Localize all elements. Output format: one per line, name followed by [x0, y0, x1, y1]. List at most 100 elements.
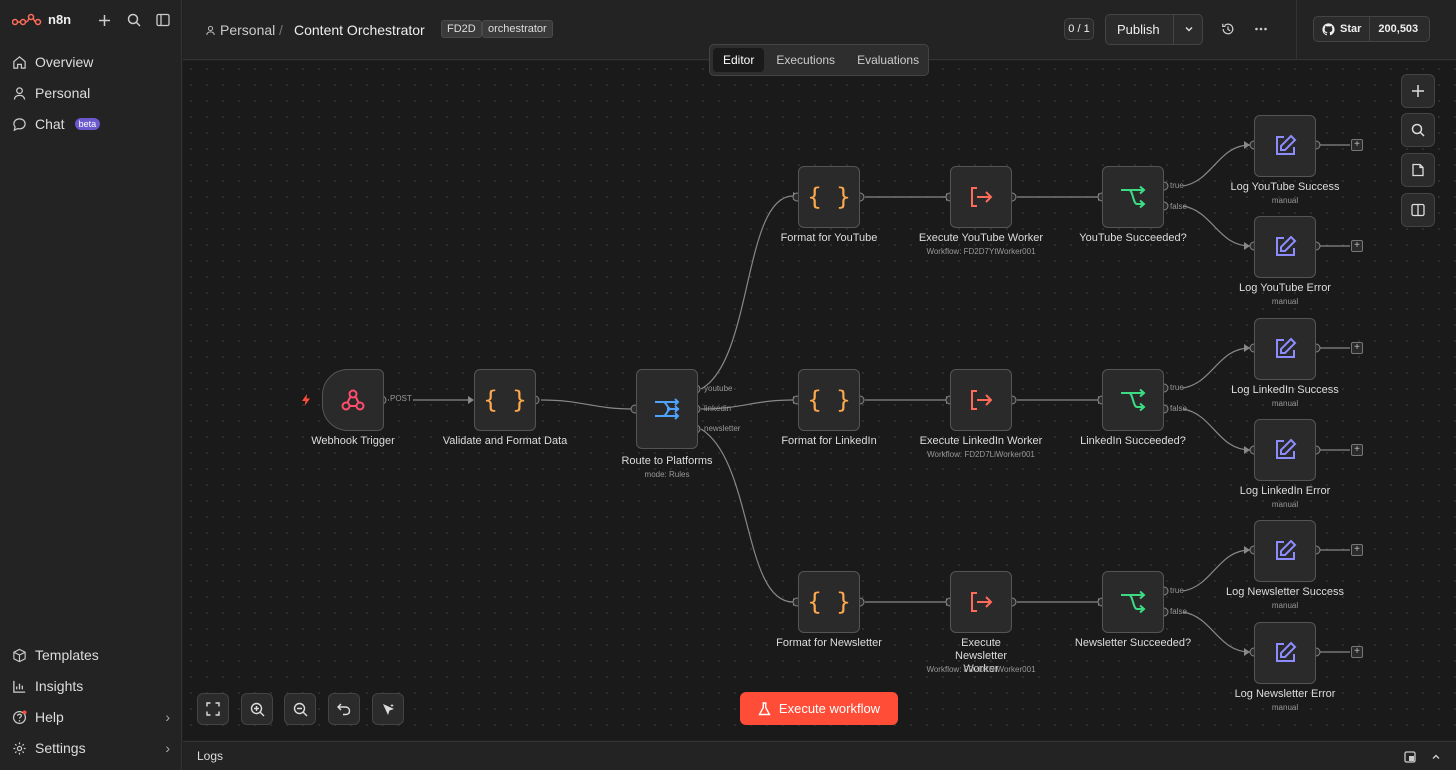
- nav-insights[interactable]: Insights: [12, 676, 83, 696]
- tab-executions[interactable]: Executions: [766, 48, 845, 72]
- github-star-button[interactable]: Star 200,503: [1313, 16, 1430, 42]
- nav-settings[interactable]: Settings ›: [12, 738, 170, 758]
- node-format-newsletter[interactable]: { }: [798, 571, 860, 633]
- node-if-linkedin[interactable]: [1102, 369, 1164, 431]
- node-label: Log YouTube Success: [1230, 181, 1340, 193]
- add-node-plus-button[interactable]: +: [1351, 342, 1363, 354]
- node-subtitle: manual: [1271, 703, 1299, 712]
- node-execute-youtube[interactable]: [950, 166, 1012, 228]
- branch-false-label: false: [1170, 607, 1187, 616]
- workflow-canvas[interactable]: POST youtube linkedin newsletter true fa…: [183, 44, 1456, 740]
- node-format-youtube[interactable]: { }: [798, 166, 860, 228]
- node-execute-linkedin[interactable]: [950, 369, 1012, 431]
- breadcrumb-separator: /: [279, 22, 283, 38]
- breadcrumb-project[interactable]: Personal: [205, 22, 275, 38]
- node-log-newsletter-success[interactable]: [1254, 520, 1316, 582]
- zoom-in-button[interactable]: [241, 693, 273, 725]
- nav-personal[interactable]: Personal: [12, 83, 90, 103]
- node-subtitle: manual: [1271, 399, 1299, 408]
- router-output-linkedin: linkedin: [704, 404, 732, 413]
- nav-insights-label: Insights: [35, 678, 84, 694]
- nav-help[interactable]: Help ›: [12, 707, 170, 727]
- node-label: Format for LinkedIn: [781, 435, 877, 447]
- node-if-newsletter[interactable]: [1102, 571, 1164, 633]
- nav-personal-label: Personal: [35, 85, 91, 101]
- user-icon: [206, 25, 215, 35]
- search-icon[interactable]: [126, 12, 142, 28]
- history-icon[interactable]: [1221, 22, 1235, 41]
- tab-editor[interactable]: Editor: [713, 48, 765, 72]
- tag-orchestrator[interactable]: orchestrator: [482, 20, 553, 38]
- node-execute-newsletter[interactable]: [950, 571, 1012, 633]
- branch-true-label: true: [1170, 383, 1184, 392]
- nav-help-label: Help: [35, 709, 64, 725]
- panel-icon: [1411, 203, 1425, 217]
- execute-workflow-icon: [971, 390, 993, 410]
- edge-label-post: POST: [389, 394, 413, 403]
- n8n-logo[interactable]: n8n: [12, 12, 71, 27]
- add-node-plus-button[interactable]: +: [1351, 646, 1363, 658]
- node-format-linkedin[interactable]: { }: [798, 369, 860, 431]
- node-label: YouTube Succeeded?: [1079, 232, 1187, 244]
- undo-button[interactable]: [328, 693, 360, 725]
- topbar-divider: [1296, 0, 1297, 60]
- node-subtitle: manual: [1271, 196, 1299, 205]
- add-node-plus-button[interactable]: +: [1351, 444, 1363, 456]
- add-icon[interactable]: [96, 12, 112, 28]
- note-icon: [1412, 163, 1424, 177]
- node-log-newsletter-error[interactable]: [1254, 622, 1316, 684]
- chevron-down-icon[interactable]: [1183, 22, 1195, 36]
- flask-icon: [758, 701, 771, 715]
- branch-false-label: false: [1170, 404, 1187, 413]
- node-label: Execute YouTube Worker: [918, 232, 1044, 244]
- nav-overview[interactable]: Overview: [12, 52, 93, 72]
- github-star-label-wrap: Star: [1314, 17, 1371, 41]
- execute-workflow-icon: [971, 187, 993, 207]
- nav-overview-label: Overview: [35, 54, 94, 70]
- node-label: Format for YouTube: [780, 232, 878, 244]
- sticky-note-button[interactable]: [1401, 153, 1435, 187]
- node-log-linkedin-error[interactable]: [1254, 419, 1316, 481]
- add-node-plus-button[interactable]: +: [1351, 240, 1363, 252]
- node-route-platforms[interactable]: [636, 369, 698, 449]
- popout-icon[interactable]: [1404, 750, 1416, 768]
- cursor-sparkle-icon: [382, 703, 394, 715]
- node-label: Log Newsletter Error: [1234, 688, 1336, 700]
- cursor-mode-button[interactable]: [372, 693, 404, 725]
- execute-workflow-button[interactable]: Execute workflow: [740, 692, 898, 725]
- node-if-youtube[interactable]: [1102, 166, 1164, 228]
- nav-chat[interactable]: Chat beta: [12, 114, 101, 134]
- toggle-panel-button[interactable]: [1401, 193, 1435, 227]
- node-validate-format[interactable]: { }: [474, 369, 536, 431]
- nav-templates-label: Templates: [35, 647, 99, 663]
- tab-evaluations[interactable]: Evaluations: [847, 48, 929, 72]
- node-subtitle: Workflow: FD2D7YtWorker001: [926, 247, 1036, 256]
- logs-bar[interactable]: Logs: [183, 741, 1456, 770]
- more-icon[interactable]: [1254, 22, 1268, 41]
- workflow-name[interactable]: Content Orchestrator: [294, 22, 425, 38]
- tag-fd2d[interactable]: FD2D: [441, 20, 482, 38]
- add-node-plus-button[interactable]: +: [1351, 139, 1363, 151]
- router-output-youtube: youtube: [704, 384, 733, 393]
- fit-view-button[interactable]: [197, 693, 229, 725]
- node-subtitle: Workflow: FD2D7NlWorker001: [926, 665, 1036, 674]
- search-nodes-button[interactable]: [1401, 113, 1435, 147]
- collapse-sidebar-icon[interactable]: [155, 12, 171, 28]
- plus-icon: [1412, 85, 1424, 97]
- node-webhook-trigger[interactable]: [322, 369, 384, 431]
- nav-chat-label: Chat: [35, 116, 65, 132]
- version-counter[interactable]: 0 / 1: [1064, 18, 1094, 40]
- edit-icon: [1276, 337, 1297, 358]
- zoom-out-button[interactable]: [284, 693, 316, 725]
- node-label: Log YouTube Error: [1239, 282, 1331, 294]
- node-log-linkedin-success[interactable]: [1254, 318, 1316, 380]
- add-node-plus-button[interactable]: +: [1351, 544, 1363, 556]
- chevron-up-icon[interactable]: [1430, 750, 1442, 768]
- sidebar: n8n Overview Personal Chat beta Template…: [0, 0, 182, 770]
- chevron-right-icon: ›: [165, 740, 170, 756]
- node-log-youtube-error[interactable]: [1254, 216, 1316, 278]
- node-subtitle: manual: [1271, 297, 1299, 306]
- add-node-button[interactable]: [1401, 74, 1435, 108]
- node-log-youtube-success[interactable]: [1254, 115, 1316, 177]
- nav-templates[interactable]: Templates: [12, 645, 99, 665]
